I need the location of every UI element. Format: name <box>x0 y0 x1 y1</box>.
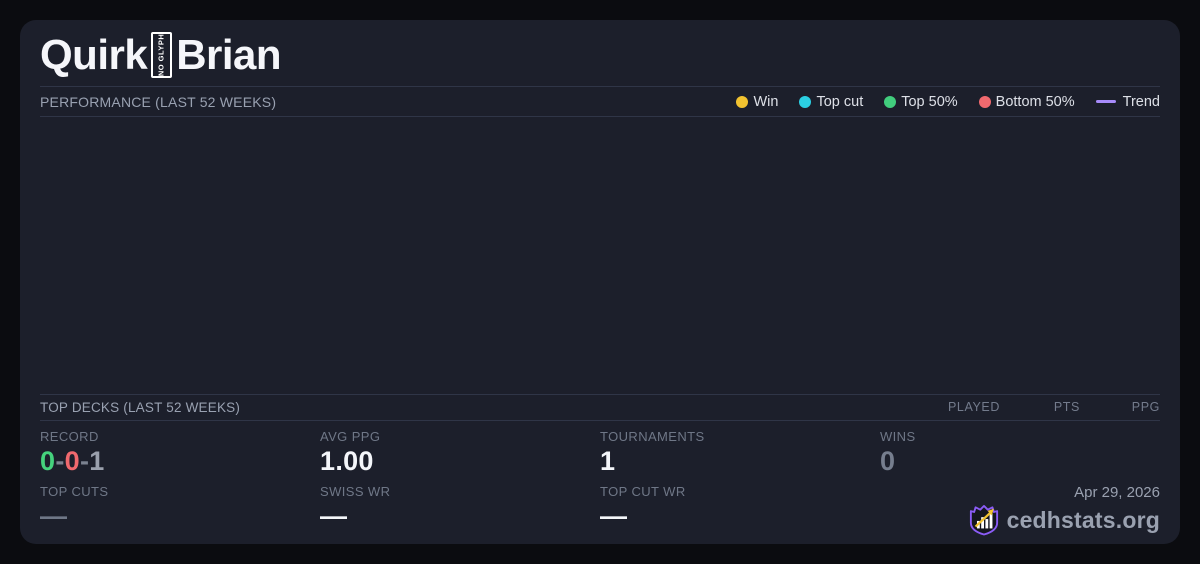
legend-item-top-cut: Top cut <box>799 94 863 110</box>
record-draws: 1 <box>89 445 105 476</box>
record-losses: 0 <box>64 445 80 476</box>
legend-item-trend: Trend <box>1095 93 1160 110</box>
brand-row: cedhstats.org <box>969 504 1160 536</box>
performance-section-title: PERFORMANCE (LAST 52 WEEKS) <box>40 93 277 110</box>
stat-tournaments-value: 1 <box>600 445 616 476</box>
top-decks-column-headers: PLAYED PTS PPG <box>920 400 1160 414</box>
legend-label-top-cut: Top cut <box>816 93 864 110</box>
stat-top-cut-wr: TOP CUT WR — <box>600 484 880 532</box>
stat-tournaments-label: TOURNAMENTS <box>600 428 705 444</box>
legend-label-trend: Trend <box>1122 93 1160 110</box>
legend-label-bottom-50: Bottom 50% <box>995 93 1075 110</box>
stat-swiss-wr-label: SWISS WR <box>320 483 391 499</box>
legend-item-bottom-50: Bottom 50% <box>978 93 1075 110</box>
card-footer: Apr 29, 2026 cedhstats.org <box>969 484 1160 536</box>
trend-line-icon <box>1095 100 1116 103</box>
top-decks-header-row: TOP DECKS (LAST 52 WEEKS) PLAYED PTS PPG <box>20 395 1180 420</box>
legend-label-win: Win <box>753 93 779 110</box>
stat-wins: WINS 0 <box>880 429 1160 477</box>
cedhstats-shield-logo-icon <box>969 505 998 536</box>
legend-label-top-50: Top 50% <box>901 93 958 110</box>
stat-swiss-wr-value: — <box>320 500 348 531</box>
player-name-title: Quirk NO GLYPH Brian <box>20 20 1180 86</box>
report-date: Apr 29, 2026 <box>1074 484 1160 501</box>
top-50-dot-icon <box>884 95 897 108</box>
brand-name: cedhstats.org <box>1006 506 1160 533</box>
stat-record-value: 0-0-1 <box>40 446 320 477</box>
stat-top-cuts: TOP CUTS — <box>40 484 320 532</box>
legend-item-win: Win <box>736 94 778 110</box>
stat-wins-value: 0 <box>880 445 896 476</box>
performance-chart-area <box>20 117 1180 394</box>
record-wins: 0 <box>40 445 56 476</box>
stat-top-cut-wr-value: — <box>600 500 628 531</box>
stat-top-cuts-value: — <box>40 500 68 531</box>
player-last-name: Brian <box>176 30 282 78</box>
column-header-ppg: PPG <box>1131 400 1160 415</box>
legend-item-top-50: Top 50% <box>884 93 958 110</box>
stat-record: RECORD 0-0-1 <box>40 429 320 477</box>
stats-summary: RECORD 0-0-1 AVG PPG 1.00 TOURNAMENTS 1 … <box>20 421 1180 544</box>
stat-record-label: RECORD <box>40 428 99 444</box>
missing-glyph-label: NO GLYPH <box>156 33 166 77</box>
record-separator: - <box>55 445 65 476</box>
stat-top-cut-wr-label: TOP CUT WR <box>600 483 686 499</box>
top-cut-dot-icon <box>799 95 812 108</box>
stat-top-cuts-label: TOP CUTS <box>40 483 109 499</box>
chart-legend: Win Top cut Top 50% Bottom 50% Trend <box>736 94 1160 110</box>
stat-avg-ppg: AVG PPG 1.00 <box>320 429 600 477</box>
player-stats-card: Quirk NO GLYPH Brian PERFORMANCE (LAST 5… <box>20 20 1180 544</box>
player-first-name: Quirk <box>40 30 148 78</box>
performance-header-row: PERFORMANCE (LAST 52 WEEKS) Win Top cut … <box>20 87 1180 116</box>
win-dot-icon <box>736 95 749 108</box>
stat-wins-label: WINS <box>880 428 916 444</box>
top-decks-section-title: TOP DECKS (LAST 52 WEEKS) <box>40 399 241 415</box>
record-separator: - <box>79 445 90 476</box>
column-header-played: PLAYED <box>947 400 1000 415</box>
stat-avg-ppg-label: AVG PPG <box>320 428 381 444</box>
stat-avg-ppg-value: 1.00 <box>320 445 374 476</box>
missing-glyph-box: NO GLYPH <box>151 32 173 78</box>
column-header-pts: PTS <box>1053 400 1080 415</box>
stat-swiss-wr: SWISS WR — <box>320 484 600 532</box>
bottom-50-dot-icon <box>978 95 991 108</box>
stat-tournaments: TOURNAMENTS 1 <box>600 429 880 477</box>
